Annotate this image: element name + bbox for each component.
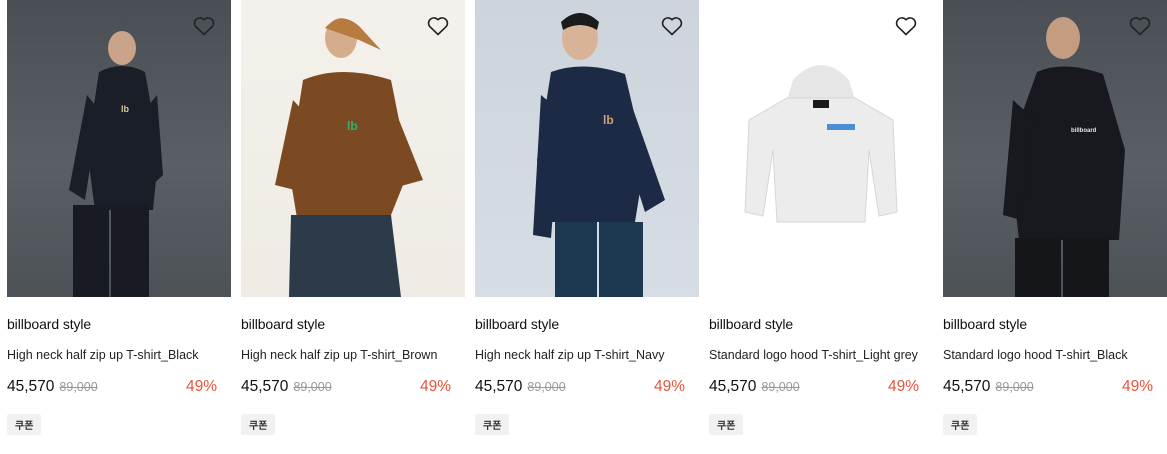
sale-price: 45,570 [709,378,757,395]
product-card[interactable]: lb billboard style High neck half zip up… [7,0,231,435]
product-card[interactable]: lb billboard style High neck half zip up… [241,0,465,435]
wishlist-heart-icon[interactable] [894,14,918,38]
discount-rate: 49% [1121,378,1153,395]
product-image[interactable]: lb [241,0,465,297]
sale-price: 45,570 [241,378,289,395]
svg-text:lb: lb [347,119,358,133]
discount-rate: 49% [419,378,451,395]
product-image[interactable]: billboard [943,0,1167,297]
model-figure: lb [275,18,423,297]
discount-rate: 49% [887,378,919,395]
price-row: 45,570 89,000 49% [709,378,933,400]
product-name[interactable]: High neck half zip up T-shirt_Black [7,346,231,364]
product-brand[interactable]: billboard style [943,316,1167,332]
product-name[interactable]: Standard logo hood T-shirt_Light grey [709,346,933,364]
price-row: 45,570 89,000 49% [7,378,231,400]
product-image[interactable] [709,0,933,297]
svg-text:lb: lb [121,104,130,114]
hoodie-flatlay [744,65,898,223]
sale-price: 45,570 [943,378,991,395]
coupon-badge[interactable]: 쿠폰 [241,414,276,435]
discount-rate: 49% [653,378,685,395]
wishlist-heart-icon[interactable] [192,14,216,38]
product-image[interactable]: lb [475,0,699,297]
coupon-badge[interactable]: 쿠폰 [943,414,978,435]
product-name[interactable]: High neck half zip up T-shirt_Navy [475,346,699,364]
original-price: 89,000 [527,380,566,394]
wishlist-heart-icon[interactable] [1128,14,1152,38]
sale-price: 45,570 [7,378,55,395]
svg-text:lb: lb [603,113,614,127]
product-brand[interactable]: billboard style [7,316,231,332]
product-card[interactable]: billboard billboard style Standard logo … [943,0,1167,435]
product-brand[interactable]: billboard style [241,316,465,332]
price-row: 45,570 89,000 49% [241,378,465,400]
product-card[interactable]: lb billboard style High neck half zip up… [475,0,699,435]
original-price: 89,000 [761,380,800,394]
model-figure: billboard [1003,17,1125,297]
original-price: 89,000 [293,380,332,394]
price-row: 45,570 89,000 49% [475,378,699,400]
coupon-badge[interactable]: 쿠폰 [475,414,510,435]
discount-rate: 49% [185,378,217,395]
coupon-badge[interactable]: 쿠폰 [7,414,42,435]
sale-price: 45,570 [475,378,523,395]
product-name[interactable]: Standard logo hood T-shirt_Black [943,346,1167,364]
original-price: 89,000 [59,380,98,394]
coupon-badge[interactable]: 쿠폰 [709,414,744,435]
product-image[interactable]: lb [7,0,231,297]
product-brand[interactable]: billboard style [709,316,933,332]
product-brand[interactable]: billboard style [475,316,699,332]
wishlist-heart-icon[interactable] [660,14,684,38]
model-figure: lb [533,13,665,297]
product-card[interactable]: billboard style Standard logo hood T-shi… [709,0,933,435]
original-price: 89,000 [995,380,1034,394]
product-name[interactable]: High neck half zip up T-shirt_Brown [241,346,465,364]
model-figure: lb [69,31,163,297]
price-row: 45,570 89,000 49% [943,378,1167,400]
product-grid: lb billboard style High neck half zip up… [7,0,1167,435]
svg-text:billboard: billboard [1071,128,1097,134]
wishlist-heart-icon[interactable] [426,14,450,38]
